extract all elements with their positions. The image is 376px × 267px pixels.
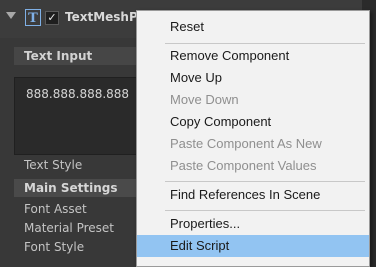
menu-item-paste-component-values: Paste Component Values <box>170 158 317 173</box>
font-asset-label: Font Asset <box>24 202 87 216</box>
menu-item-find-references[interactable]: Find References In Scene <box>137 184 369 206</box>
material-preset-label: Material Preset <box>24 221 114 235</box>
foldout-arrow-icon[interactable] <box>6 12 16 19</box>
menu-separator <box>165 43 365 44</box>
menu-item-reset[interactable]: Reset <box>137 16 369 38</box>
text-component-icon: T <box>25 9 41 26</box>
text-style-label: Text Style <box>24 158 83 172</box>
menu-item-edit-script[interactable]: Edit Script <box>137 235 369 257</box>
component-enabled-checkbox[interactable]: ✓ <box>45 11 59 25</box>
menu-separator <box>165 181 365 182</box>
menu-separator <box>165 210 365 211</box>
context-menu: Reset Remove Component Move Up Move Down… <box>136 10 370 267</box>
menu-item-properties[interactable]: Properties... <box>137 213 369 235</box>
menu-item-remove-component[interactable]: Remove Component <box>137 45 369 67</box>
font-style-label: Font Style <box>24 240 85 254</box>
menu-item-move-down: Move Down <box>170 92 239 107</box>
text-input-value: 888.888.888.888 <box>26 87 130 101</box>
text-input-section-label: Text Input <box>14 47 142 65</box>
menu-item-move-up[interactable]: Move Up <box>137 67 369 89</box>
menu-item-paste-component-as-new: Paste Component As New <box>170 136 322 151</box>
main-settings-header[interactable]: Main Settings <box>14 179 142 197</box>
menu-item-copy-component[interactable]: Copy Component <box>137 111 369 133</box>
